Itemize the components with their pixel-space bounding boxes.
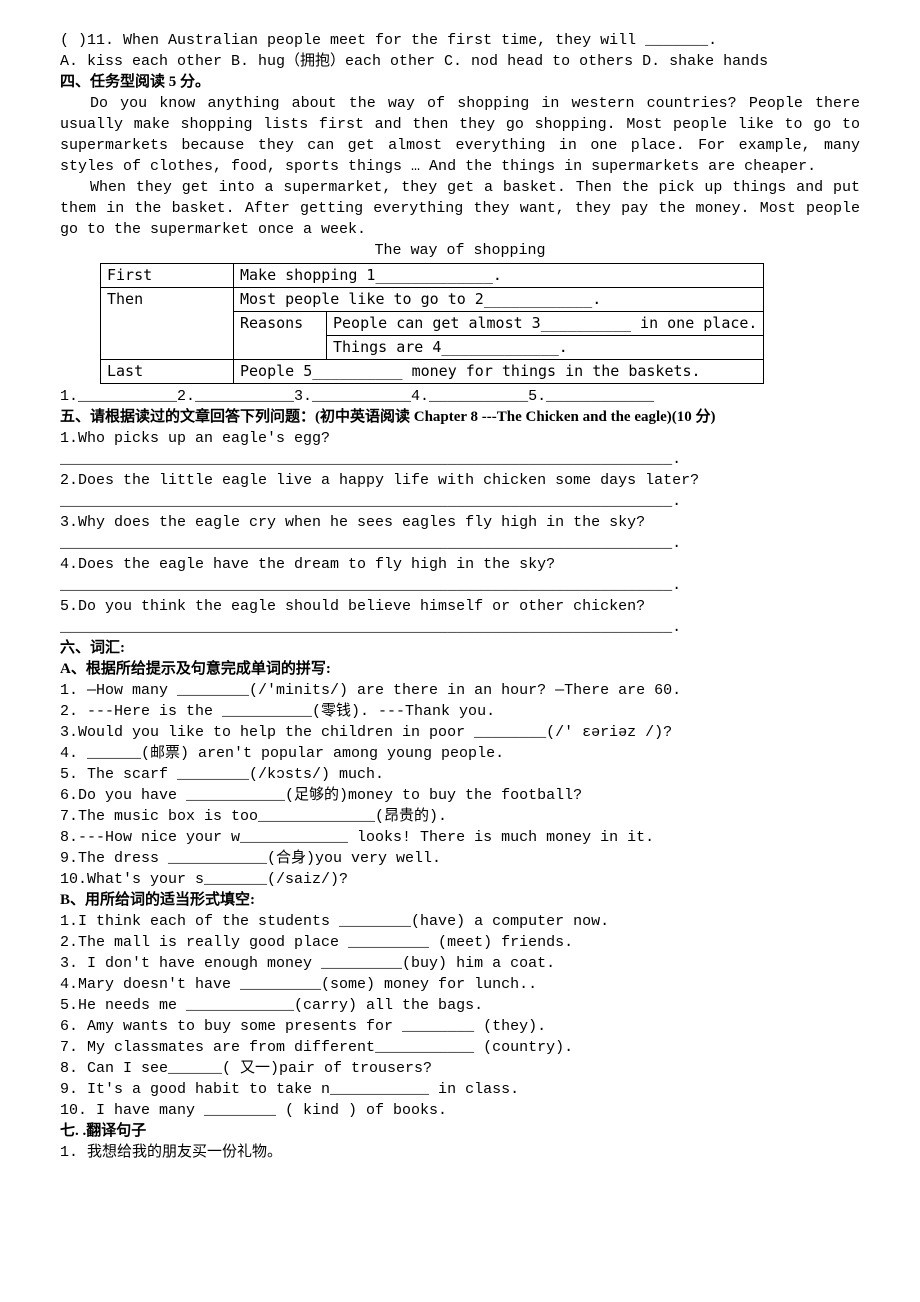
section-6a-title: A、根据所给提示及句意完成单词的拼写: xyxy=(60,659,860,680)
section-7-title: 七. .翻译句子 xyxy=(60,1121,860,1142)
mc-q11-options: A. kiss each other B. hug（拥抱）each other … xyxy=(60,51,860,72)
s6b-1[interactable]: 1.I think each of the students ________(… xyxy=(60,911,860,932)
cell-first: First xyxy=(101,264,234,288)
s6b-2[interactable]: 2.The mall is really good place ________… xyxy=(60,932,860,953)
s5-a2[interactable]: ________________________________________… xyxy=(60,491,860,512)
cell-reason2: Things are 4_____________. xyxy=(327,336,764,360)
s6b-9[interactable]: 9. It's a good habit to take n__________… xyxy=(60,1079,860,1100)
s6a-1[interactable]: 1. —How many ________(/'minits/) are the… xyxy=(60,680,860,701)
cell-first-val: Make shopping 1_____________. xyxy=(234,264,764,288)
s6a-8[interactable]: 8.---How nice your w____________ looks! … xyxy=(60,827,860,848)
shopping-table: First Make shopping 1_____________. Then… xyxy=(100,263,764,384)
cell-reasons: Reasons xyxy=(234,312,327,360)
s6b-4[interactable]: 4.Mary doesn't have _________(some) mone… xyxy=(60,974,860,995)
section-4-title: 四、任务型阅读 5 分。 xyxy=(60,72,860,93)
s4-para1: Do you know anything about the way of sh… xyxy=(60,93,860,177)
section-5-title: 五、请根据读过的文章回答下列问题：(初中英语阅读 Chapter 8 ---Th… xyxy=(60,407,860,428)
s6b-5[interactable]: 5.He needs me ____________(carry) all th… xyxy=(60,995,860,1016)
s5-a3[interactable]: ________________________________________… xyxy=(60,533,860,554)
section-6-title: 六、词汇: xyxy=(60,638,860,659)
mc-q11: ( )11. When Australian people meet for t… xyxy=(60,30,860,51)
s5-a4[interactable]: ________________________________________… xyxy=(60,575,860,596)
s5-a5[interactable]: ________________________________________… xyxy=(60,617,860,638)
s5-q1: 1.Who picks up an eagle's egg? xyxy=(60,428,860,449)
table-title: The way of shopping xyxy=(60,240,860,261)
s5-a1[interactable]: ________________________________________… xyxy=(60,449,860,470)
s4-para2: When they get into a supermarket, they g… xyxy=(60,177,860,240)
s6a-10[interactable]: 10.What's your s_______(/saiz/)? xyxy=(60,869,860,890)
s6b-7[interactable]: 7. My classmates are from different_____… xyxy=(60,1037,860,1058)
s6a-4[interactable]: 4. ______(邮票) aren't popular among young… xyxy=(60,743,860,764)
cell-last-val: People 5__________ money for things in t… xyxy=(234,360,764,384)
s5-q3: 3.Why does the eagle cry when he sees ea… xyxy=(60,512,860,533)
s6b-6[interactable]: 6. Amy wants to buy some presents for __… xyxy=(60,1016,860,1037)
s6a-7[interactable]: 7.The music box is too_____________(昂贵的)… xyxy=(60,806,860,827)
s5-q5: 5.Do you think the eagle should believe … xyxy=(60,596,860,617)
cell-then: Then xyxy=(101,288,234,360)
section-6b-title: B、用所给词的适当形式填空: xyxy=(60,890,860,911)
cell-then-val: Most people like to go to 2____________. xyxy=(234,288,764,312)
s6a-6[interactable]: 6.Do you have ___________(足够的)money to b… xyxy=(60,785,860,806)
cell-last: Last xyxy=(101,360,234,384)
s6a-3[interactable]: 3.Would you like to help the children in… xyxy=(60,722,860,743)
s5-q4: 4.Does the eagle have the dream to fly h… xyxy=(60,554,860,575)
s6b-3[interactable]: 3. I don't have enough money _________(b… xyxy=(60,953,860,974)
s6b-8[interactable]: 8. Can I see______( 又一)pair of trousers? xyxy=(60,1058,860,1079)
s5-q2: 2.Does the little eagle live a happy lif… xyxy=(60,470,860,491)
s4-answers[interactable]: 1.___________2.___________3.___________4… xyxy=(60,386,860,407)
cell-reason1: People can get almost 3__________ in one… xyxy=(327,312,764,336)
s7-q1: 1. 我想给我的朋友买一份礼物。 xyxy=(60,1142,860,1163)
s6b-10[interactable]: 10. I have many ________ ( kind ) of boo… xyxy=(60,1100,860,1121)
s6a-2[interactable]: 2. ---Here is the __________(零钱). ---Tha… xyxy=(60,701,860,722)
s6a-5[interactable]: 5. The scarf ________(/kɔsts/) much. xyxy=(60,764,860,785)
s6a-9[interactable]: 9.The dress ___________(合身)you very well… xyxy=(60,848,860,869)
